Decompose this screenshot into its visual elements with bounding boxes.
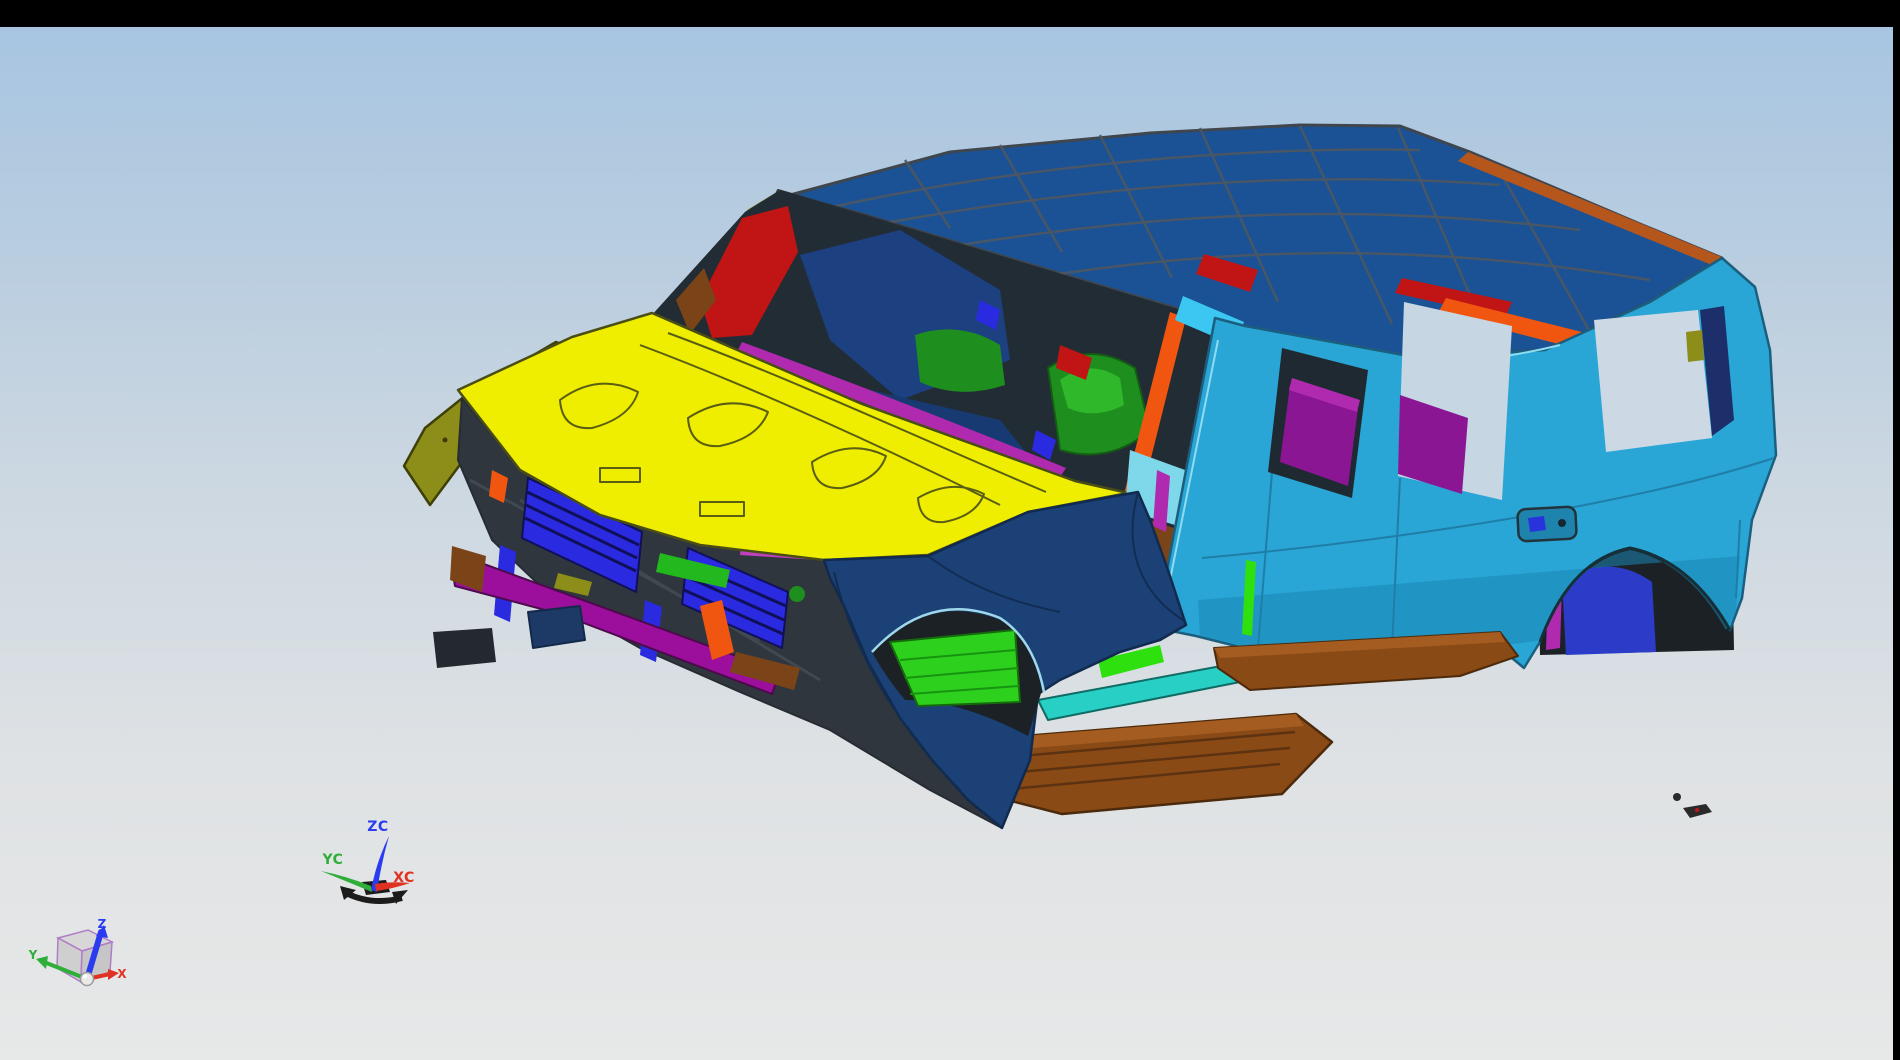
wcs-y-label: YC: [322, 852, 344, 868]
door-handle-blue-detail: [1528, 516, 1546, 532]
view-x-label: X: [117, 967, 127, 981]
quarter-olive-bracket[interactable]: [1686, 330, 1704, 362]
view-y-arrowhead: [36, 956, 48, 969]
application-screen: ZC YC XC Z Y X: [0, 0, 1900, 1060]
third-window[interactable]: [1398, 302, 1512, 500]
view-origin-sphere-highlight: [83, 975, 87, 979]
right-black-bar: [1893, 0, 1900, 1060]
car-body-model[interactable]: [404, 125, 1776, 828]
quarter-window[interactable]: [1594, 306, 1734, 452]
view-origin-sphere: [81, 973, 94, 986]
top-black-bar: [0, 0, 1900, 27]
seat-highlight: [1060, 368, 1124, 413]
view-z-label: Z: [98, 917, 107, 931]
view-y-label: Y: [28, 948, 38, 962]
wcs-triad[interactable]: ZC YC XC: [321, 819, 415, 904]
rear-door-window[interactable]: [1268, 348, 1368, 498]
debris-red-speck: [1695, 808, 1699, 812]
tow-block[interactable]: [528, 606, 585, 648]
door-handle-bezel[interactable]: [1517, 507, 1577, 542]
loose-debris-parts[interactable]: [1673, 793, 1712, 818]
green-grommet[interactable]: [789, 586, 805, 602]
wcs-z-label: ZC: [367, 819, 388, 835]
3d-graphics-viewport[interactable]: ZC YC XC Z Y X: [0, 27, 1893, 1060]
wcs-x-label: XC: [393, 870, 415, 886]
door-handle-keyhole: [1558, 519, 1566, 527]
debris-dot[interactable]: [1673, 793, 1681, 801]
view-orientation-triad: Z Y X: [28, 917, 128, 986]
lower-dark-piece[interactable]: [433, 628, 496, 668]
door-handle[interactable]: [1517, 507, 1577, 542]
cad-scene[interactable]: ZC YC XC Z Y X: [0, 27, 1893, 1060]
